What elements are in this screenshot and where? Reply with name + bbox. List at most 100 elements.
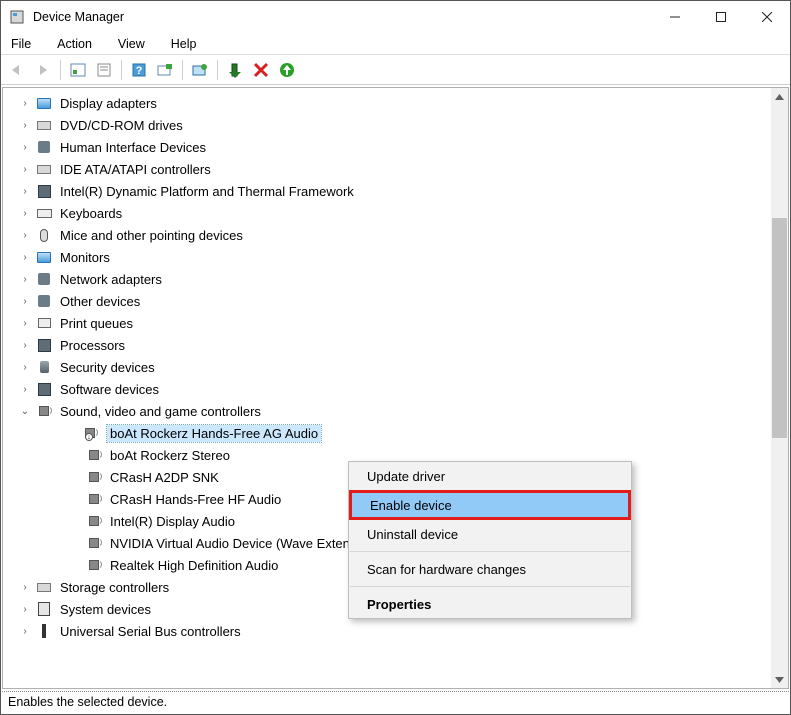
printer-icon [35, 315, 53, 331]
chevron-right-icon[interactable]: › [17, 318, 33, 329]
tree-item-label: Processors [57, 337, 128, 354]
tree-item-label: Mice and other pointing devices [57, 227, 246, 244]
mouse-icon [35, 227, 53, 243]
maximize-button[interactable] [698, 1, 744, 33]
sound-controller-icon [35, 403, 53, 419]
enable-device-button-toolbar[interactable] [223, 58, 247, 82]
chevron-right-icon[interactable]: › [17, 384, 33, 395]
display-adapter-icon [35, 95, 53, 111]
back-button[interactable] [5, 58, 29, 82]
tree-item-label: Monitors [57, 249, 113, 266]
hid-icon [35, 139, 53, 155]
tree-category[interactable]: ›Display adapters [3, 92, 771, 114]
tree-item-label: Keyboards [57, 205, 125, 222]
forward-button[interactable] [31, 58, 55, 82]
tree-item-label: Storage controllers [57, 579, 172, 596]
show-hidden-button[interactable] [66, 58, 90, 82]
chevron-right-icon[interactable]: › [17, 252, 33, 263]
tree-category[interactable]: › Software devices [3, 378, 771, 400]
menu-properties[interactable]: Properties [349, 590, 631, 618]
device-manager-icon [9, 9, 25, 25]
menu-update-driver[interactable]: Update driver [349, 462, 631, 490]
tree-item-label: boAt Rockerz Stereo [107, 447, 233, 464]
menubar: File Action View Help [1, 33, 790, 55]
audio-device-icon [85, 513, 103, 529]
tree-device[interactable]: ↓boAt Rockerz Hands-Free AG Audio [3, 422, 771, 444]
vertical-scrollbar[interactable] [771, 88, 788, 688]
chevron-right-icon[interactable]: › [17, 274, 33, 285]
chevron-right-icon[interactable]: › [17, 340, 33, 351]
tree-category[interactable]: › Print queues [3, 312, 771, 334]
menu-file[interactable]: File [7, 35, 35, 53]
chevron-right-icon[interactable]: › [17, 296, 33, 307]
scroll-up-icon[interactable] [771, 88, 788, 105]
scroll-down-icon[interactable] [771, 671, 788, 688]
scroll-thumb[interactable] [772, 218, 787, 438]
close-button[interactable] [744, 1, 790, 33]
minimize-button[interactable] [652, 1, 698, 33]
tree-item-label: Security devices [57, 359, 158, 376]
menu-scan-hardware[interactable]: Scan for hardware changes [349, 555, 631, 583]
scan-hardware-button[interactable] [153, 58, 177, 82]
chevron-right-icon[interactable]: › [17, 626, 33, 637]
menu-separator [350, 551, 630, 552]
tree-item-label: CRasH Hands-Free HF Audio [107, 491, 284, 508]
chevron-right-icon[interactable]: › [17, 208, 33, 219]
menu-help[interactable]: Help [167, 35, 201, 53]
tree-category[interactable]: › Other devices [3, 290, 771, 312]
chevron-right-icon[interactable]: › [17, 186, 33, 197]
tree-category[interactable]: › Monitors [3, 246, 771, 268]
tree-category[interactable]: ›Human Interface Devices [3, 136, 771, 158]
tree-item-label: CRasH A2DP SNK [107, 469, 222, 486]
network-adapter-icon [35, 271, 53, 287]
menu-enable-device[interactable]: Enable device [349, 490, 631, 520]
tree-category[interactable]: ⌄Sound, video and game controllers [3, 400, 771, 422]
update-driver-button[interactable] [188, 58, 212, 82]
chevron-right-icon[interactable]: › [17, 230, 33, 241]
chevron-right-icon[interactable]: › [17, 362, 33, 373]
tree-category[interactable]: › Universal Serial Bus controllers [3, 620, 771, 642]
tree-item-label: boAt Rockerz Hands-Free AG Audio [107, 425, 321, 442]
tree-item-label: Realtek High Definition Audio [107, 557, 281, 574]
tree-item-label: Print queues [57, 315, 136, 332]
tree-category[interactable]: › Security devices [3, 356, 771, 378]
status-text: Enables the selected device. [8, 695, 167, 709]
audio-device-icon [85, 557, 103, 573]
menu-uninstall-device[interactable]: Uninstall device [349, 520, 631, 548]
chevron-right-icon[interactable]: › [17, 142, 33, 153]
security-device-icon [35, 359, 53, 375]
tree-category[interactable]: ›Network adapters [3, 268, 771, 290]
toolbar: ? [1, 55, 790, 85]
tree-category[interactable]: › Processors [3, 334, 771, 356]
svg-text:?: ? [136, 65, 143, 77]
uninstall-device-button-toolbar[interactable] [249, 58, 273, 82]
chevron-right-icon[interactable]: › [17, 582, 33, 593]
chevron-right-icon[interactable]: › [17, 164, 33, 175]
statusbar: Enables the selected device. [2, 691, 789, 713]
tree-category[interactable]: › Keyboards [3, 202, 771, 224]
titlebar: Device Manager [1, 1, 790, 33]
window-title: Device Manager [33, 10, 652, 24]
chevron-down-icon[interactable]: ⌄ [17, 406, 33, 417]
help-button[interactable]: ? [127, 58, 151, 82]
processor-icon [35, 337, 53, 353]
add-legacy-button[interactable] [275, 58, 299, 82]
tree-item-label: Other devices [57, 293, 143, 310]
tree-category[interactable]: ›Intel(R) Dynamic Platform and Thermal F… [3, 180, 771, 202]
chevron-right-icon[interactable]: › [17, 120, 33, 131]
tree-category[interactable]: ›DVD/CD-ROM drives [3, 114, 771, 136]
chevron-right-icon[interactable]: › [17, 604, 33, 615]
chevron-right-icon[interactable]: › [17, 98, 33, 109]
menu-view[interactable]: View [114, 35, 149, 53]
tree-category[interactable]: › Mice and other pointing devices [3, 224, 771, 246]
tree-item-label: Software devices [57, 381, 162, 398]
audio-device-icon [85, 447, 103, 463]
properties-sheet-button[interactable] [92, 58, 116, 82]
ide-controller-icon [35, 161, 53, 177]
tree-item-label: Universal Serial Bus controllers [57, 623, 244, 640]
tree-item-label: System devices [57, 601, 154, 618]
menu-action[interactable]: Action [53, 35, 96, 53]
tree-item-label: IDE ATA/ATAPI controllers [57, 161, 214, 178]
tree-category[interactable]: › IDE ATA/ATAPI controllers [3, 158, 771, 180]
audio-device-icon [85, 469, 103, 485]
